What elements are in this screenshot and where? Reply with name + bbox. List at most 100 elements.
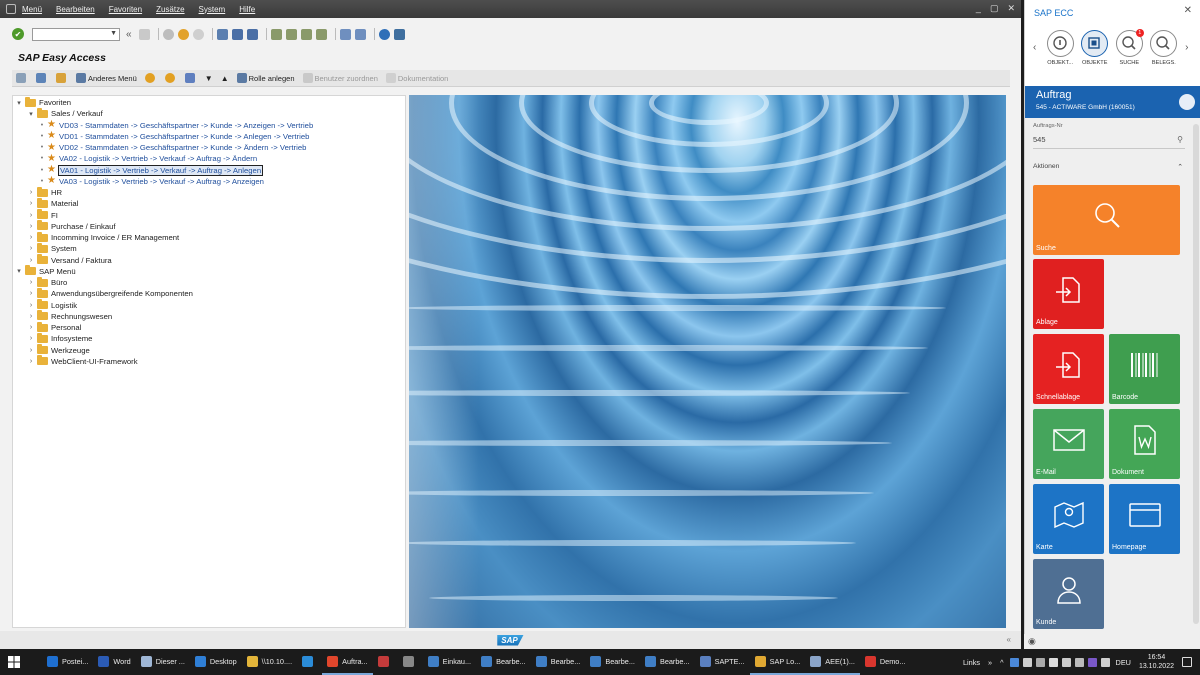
taskbar-item[interactable]: \\10.10....	[242, 649, 297, 675]
previous-page-icon[interactable]	[286, 28, 297, 40]
eye-icon[interactable]: ◉	[1028, 636, 1036, 647]
move-up-button[interactable]: ▲	[221, 74, 229, 83]
taskbar-item[interactable]: Postei...	[42, 649, 93, 675]
new-session-icon[interactable]	[340, 28, 351, 40]
taskbar-item[interactable]: Dieser ...	[136, 649, 190, 675]
customize-layout-icon[interactable]	[394, 28, 405, 40]
tree-folder[interactable]: › Infosysteme	[27, 332, 92, 344]
tree-folder[interactable]: › Logistik	[27, 299, 77, 311]
chevron-right-icon[interactable]: ›	[27, 302, 35, 309]
action-tile-schnellablage[interactable]: Schnellablage	[1033, 334, 1104, 404]
double-chevron-left-icon[interactable]: «	[126, 29, 135, 40]
chevron-right-icon[interactable]: ›	[27, 324, 35, 331]
minimize-button[interactable]: _	[976, 3, 981, 14]
chevron-right-icon[interactable]: ›	[27, 335, 35, 342]
chevron-right-icon[interactable]: ›	[27, 234, 35, 241]
user-menu-button[interactable]	[16, 73, 28, 83]
pin-icon[interactable]: ⚲	[1177, 135, 1183, 144]
taskbar-item[interactable]: Word	[93, 649, 135, 675]
favorite-item[interactable]: • ★ VD02 - Stammdaten -> Geschäftspartner …	[39, 142, 307, 153]
taskbar-item[interactable]: Auftra...	[322, 649, 373, 675]
tree-folder[interactable]: ▾ Favoriten	[15, 96, 71, 108]
taskbar-item[interactable]: SAP Lo...	[749, 649, 806, 675]
chevron-right-icon[interactable]: ›	[27, 290, 35, 297]
tree-folder[interactable]: › HR	[27, 186, 62, 198]
clock[interactable]: 16:54 13.10.2022	[1139, 653, 1174, 671]
taskbar-item[interactable]: AEE(1)...	[805, 649, 860, 675]
notification-center-icon[interactable]	[1182, 657, 1192, 667]
tree-folder[interactable]: ▾ SAP Menü	[15, 265, 76, 277]
double-chevron-right-icon[interactable]: »	[988, 658, 992, 667]
battery-icon[interactable]	[1048, 657, 1058, 667]
links-toolbar[interactable]: Links	[963, 658, 980, 667]
nav-objekt[interactable]: OBJEKT...	[1043, 30, 1078, 66]
taskbar-item[interactable]: Bearbe...	[640, 649, 695, 675]
tree-folder[interactable]: › FI	[27, 209, 58, 221]
chevron-right-icon[interactable]: ›	[27, 223, 35, 230]
chevron-right-icon[interactable]: ›	[1185, 42, 1195, 53]
maximize-button[interactable]: ▢	[990, 3, 999, 14]
tray-sync-icon[interactable]	[1022, 657, 1032, 667]
chevron-down-icon[interactable]: ▼	[110, 30, 117, 37]
chevron-right-icon[interactable]: ›	[27, 200, 35, 207]
menu-item-zusaetze[interactable]: Zusätze	[156, 5, 184, 14]
menu-item-menue[interactable]: Menü	[22, 5, 42, 14]
input-language[interactable]: DEU	[1116, 658, 1131, 667]
action-tile-ablage[interactable]: Ablage	[1033, 259, 1104, 329]
network-icon[interactable]	[1061, 657, 1071, 667]
menu-item-system[interactable]: System	[199, 5, 226, 14]
status-bar-expand[interactable]: «	[1007, 635, 1011, 644]
tree-folder[interactable]: › Rechnungswesen	[27, 310, 112, 322]
taskbar-item[interactable]: Bearbe...	[476, 649, 531, 675]
action-tile-suche[interactable]: Suche	[1033, 185, 1180, 255]
add-favorite-button[interactable]	[144, 73, 157, 83]
menu-item-hilfe[interactable]: Hilfe	[239, 5, 255, 14]
command-field[interactable]: ▼	[32, 27, 120, 41]
delete-favorite-button[interactable]	[164, 73, 177, 83]
close-window-button[interactable]: ✕	[1007, 3, 1015, 14]
tray-teams-icon[interactable]	[1087, 657, 1097, 667]
next-page-icon[interactable]	[301, 28, 312, 40]
save-icon[interactable]	[139, 28, 150, 40]
chevron-up-icon[interactable]: ^	[1000, 658, 1003, 667]
chevron-right-icon[interactable]: ›	[27, 347, 35, 354]
shortcut-icon[interactable]	[355, 28, 366, 40]
menu-item-favoriten[interactable]: Favoriten	[109, 5, 142, 14]
action-tile-dokument[interactable]: Dokument	[1109, 409, 1180, 479]
tree-folder[interactable]: › Material	[27, 197, 78, 209]
tree-folder[interactable]: ▾ Sales / Verkauf	[27, 107, 103, 119]
find-next-icon[interactable]	[247, 28, 258, 40]
help-icon[interactable]	[379, 28, 390, 40]
chevron-right-icon[interactable]: ›	[27, 212, 35, 219]
cancel-icon[interactable]	[193, 28, 204, 40]
tree-folder[interactable]: › Anwendungsübergreifende Komponenten	[27, 287, 193, 299]
tree-folder[interactable]: › Incomming Invoice / ER Management	[27, 231, 179, 243]
action-tile-homepage[interactable]: Homepage	[1109, 484, 1180, 554]
sap-menu-button[interactable]	[36, 73, 48, 83]
first-page-icon[interactable]	[271, 28, 282, 40]
tree-folder[interactable]: › Personal	[27, 321, 81, 333]
create-role-button[interactable]: Rolle anlegen	[236, 73, 295, 83]
favorite-item[interactable]: • ★ VD01 - Stammdaten -> Geschäftspartner …	[39, 131, 310, 142]
chevron-right-icon[interactable]: ›	[27, 313, 35, 320]
chevron-down-icon[interactable]: ▾	[15, 267, 23, 275]
taskbar-item[interactable]: Desktop	[190, 649, 242, 675]
order-number-input[interactable]: 545 ⚲	[1033, 135, 1185, 149]
chevron-right-icon[interactable]: ›	[27, 358, 35, 365]
tray-outlook-icon[interactable]	[1009, 657, 1019, 667]
tree-folder[interactable]: › System	[27, 242, 77, 254]
action-tile-barcode[interactable]: Barcode	[1109, 334, 1180, 404]
favorite-item[interactable]: • ★ VD03 - Stammdaten -> Geschäftspartner …	[39, 120, 313, 131]
enter-checkmark-icon[interactable]: ✔	[12, 28, 24, 40]
other-menu-button[interactable]: Anderes Menü	[76, 73, 137, 83]
action-tile-karte[interactable]: Karte	[1033, 484, 1104, 554]
taskbar-item[interactable]: Einkau...	[423, 649, 476, 675]
tree-folder[interactable]: › WebClient-UI-Framework	[27, 355, 138, 367]
taskbar-item[interactable]	[373, 649, 398, 675]
tray-usb-icon[interactable]	[1035, 657, 1045, 667]
close-panel-button[interactable]: ✕	[1184, 5, 1192, 16]
taskbar-item[interactable]	[398, 649, 423, 675]
favorite-item[interactable]: • ★ VA03 - Logistik -> Vertrieb -> Verkauf…	[39, 176, 264, 187]
sap-system-icon[interactable]	[6, 4, 16, 14]
move-down-button[interactable]: ▼	[205, 74, 213, 83]
